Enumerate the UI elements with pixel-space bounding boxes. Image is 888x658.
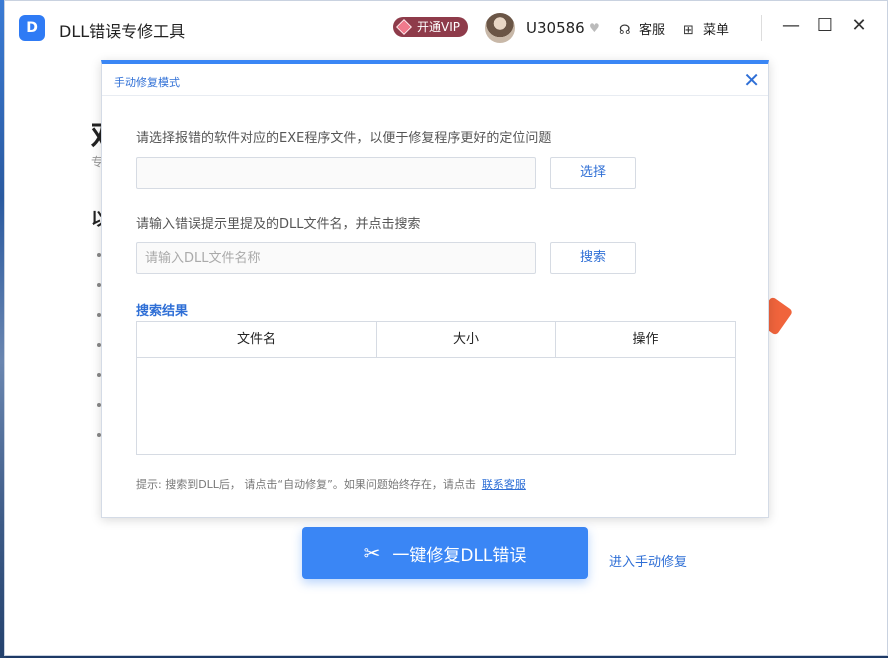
select-button[interactable]: 选择	[550, 157, 636, 189]
app-window: D DLL错误专修工具 开通VIP U30586 ♥ ☊ 客服 ⊞ 菜单 — ☐ ✕…	[4, 0, 888, 656]
fix-button-label: 一键修复DLL错误	[392, 545, 527, 566]
minimize-button[interactable]: —	[779, 15, 803, 36]
column-filename: 文件名	[236, 332, 276, 347]
dll-name-input[interactable]	[145, 243, 535, 273]
exe-path-input[interactable]	[145, 158, 535, 188]
dialog-divider	[102, 95, 768, 96]
title-bar: D DLL错误专修工具 开通VIP U30586 ♥ ☊ 客服 ⊞ 菜单 — ☐ ✕	[5, 1, 887, 55]
column-action: 操作	[555, 322, 735, 357]
tip-message: 提示: 搜索到DLL后， 请点击“自动修复”。如果问题始终存在，请点击	[136, 478, 476, 491]
results-label: 搜索结果	[136, 304, 189, 319]
app-title: DLL错误专修工具	[59, 22, 186, 41]
tools-icon: ✂	[363, 541, 381, 565]
service-label: 客服	[639, 23, 666, 38]
dll-prompt: 请输入错误提示里提及的DLL文件名，并点击搜索	[136, 217, 421, 232]
vip-button[interactable]: 开通VIP	[393, 17, 468, 37]
headset-icon: ☊	[619, 23, 631, 38]
exe-prompt: 请选择报错的软件对应的EXE程序文件，以便于修复程序更好的定位问题	[136, 131, 552, 146]
column-size: 大小	[376, 322, 555, 357]
close-icon[interactable]: ✕	[743, 68, 760, 92]
results-table: 文件名 大小 操作	[136, 321, 736, 455]
one-click-fix-button[interactable]: ✂ 一键修复DLL错误	[302, 527, 588, 579]
table-header: 文件名 大小 操作	[137, 322, 735, 358]
menu-label: 菜单	[703, 23, 730, 38]
manual-fix-link[interactable]: 进入手动修复	[609, 551, 687, 570]
dll-name-field[interactable]	[136, 242, 536, 274]
grid-icon: ⊞	[683, 23, 694, 38]
close-window-button[interactable]: ✕	[847, 15, 871, 36]
diamond-icon	[396, 19, 412, 35]
badge-icon: ♥	[589, 21, 600, 35]
contact-service-link[interactable]: 联系客服	[482, 478, 526, 491]
avatar[interactable]	[485, 13, 515, 43]
tip-text: 提示: 搜索到DLL后， 请点击“自动修复”。如果问题始终存在，请点击 联系客服	[136, 476, 526, 492]
service-button[interactable]: ☊ 客服	[619, 19, 665, 38]
username[interactable]: U30586	[526, 19, 585, 37]
manual-fix-dialog: 手动修复模式 ✕ 请选择报错的软件对应的EXE程序文件，以便于修复程序更好的定位…	[101, 60, 769, 518]
search-button[interactable]: 搜索	[550, 242, 636, 274]
app-logo-icon: D	[19, 15, 45, 41]
menu-button[interactable]: ⊞ 菜单	[683, 19, 729, 38]
title-separator	[761, 15, 762, 41]
vip-label: 开通VIP	[417, 20, 460, 34]
maximize-button[interactable]: ☐	[813, 15, 837, 36]
exe-path-field[interactable]	[136, 157, 536, 189]
dialog-title: 手动修复模式	[114, 76, 180, 89]
